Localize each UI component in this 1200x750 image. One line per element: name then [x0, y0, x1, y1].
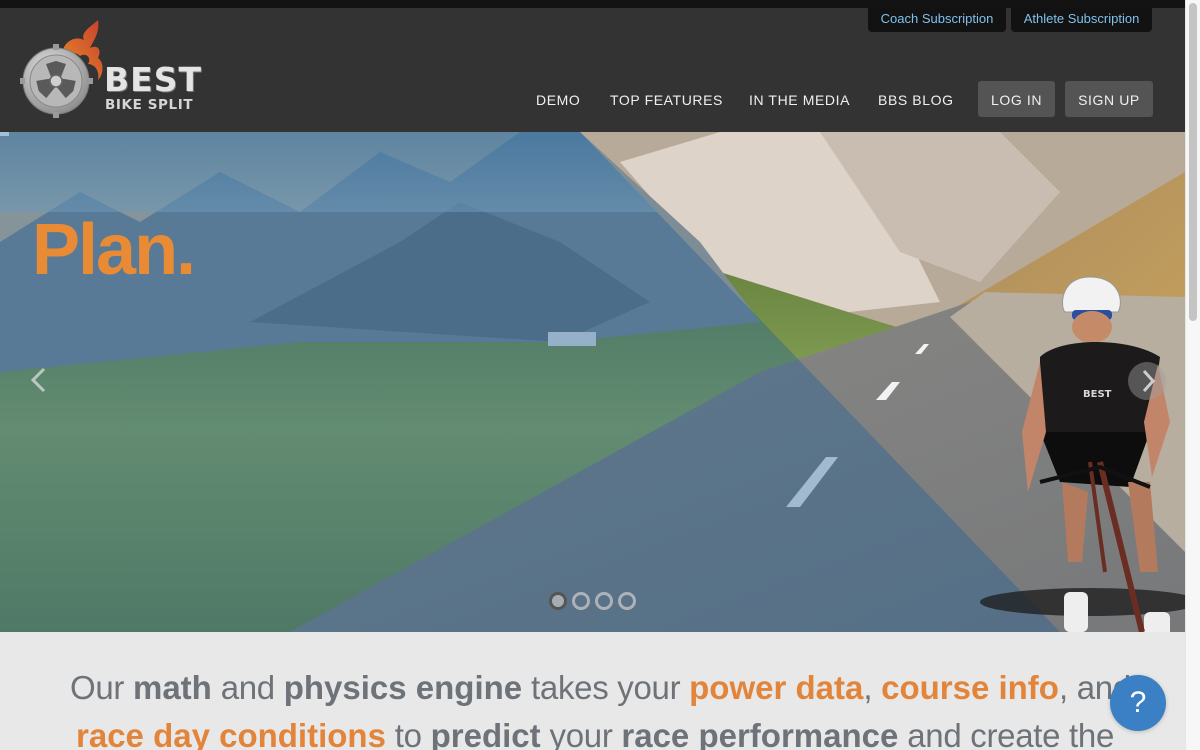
tagline-bold-predict: predict [430, 717, 541, 750]
chevron-left-icon [30, 367, 46, 393]
tagline-text: and create the [898, 717, 1115, 750]
tagline-line-1: Our math and physics engine takes your p… [70, 668, 1131, 708]
tagline-highlight-race-day-conditions: race day conditions [76, 717, 386, 750]
carousel-indicator-2[interactable] [572, 592, 590, 610]
vertical-scrollbar[interactable] [1185, 0, 1200, 750]
slide-progress-bar [0, 132, 9, 136]
question-mark-icon: ? [1129, 686, 1147, 719]
main-nav: DEMO TOP FEATURES IN THE MEDIA BBS BLOG … [0, 81, 1185, 117]
tagline-line-2: race day conditions to predict your race… [76, 716, 1114, 750]
hero-slide-title: Plan. [32, 210, 196, 290]
nav-top-features[interactable]: TOP FEATURES [610, 81, 723, 117]
jersey-logo-text: BEST [1083, 389, 1112, 400]
tagline-text: Our [70, 669, 133, 706]
carousel-indicator-1[interactable] [549, 592, 567, 610]
tagline-highlight-course-info: course info [881, 669, 1059, 706]
nav-demo[interactable]: DEMO [536, 81, 580, 117]
scrollbar-thumb[interactable] [1189, 3, 1197, 321]
carousel-prev-button[interactable] [22, 360, 56, 400]
coach-subscription-link[interactable]: Coach Subscription [868, 8, 1006, 32]
tagline-bold-race-performance: race performance [621, 717, 899, 750]
athlete-subscription-link[interactable]: Athlete Subscription [1011, 8, 1152, 32]
top-strip [0, 0, 1185, 8]
carousel-indicators [549, 592, 636, 610]
tagline-bold-physics-engine: physics engine [283, 669, 523, 706]
sign-up-button[interactable]: SIGN UP [1065, 81, 1153, 117]
carousel-indicator-3[interactable] [595, 592, 613, 610]
tagline-text: your [540, 717, 622, 750]
help-button[interactable]: ? [1110, 675, 1166, 731]
hero-background-image: BEST [0, 132, 1185, 632]
tagline-text: takes your [522, 669, 690, 706]
tagline-text: , [863, 669, 882, 706]
page: Coach Subscription Athlete Subscription [0, 0, 1185, 750]
tagline-text: to [385, 717, 431, 750]
tagline-bold-math: math [132, 669, 212, 706]
site-header: Coach Subscription Athlete Subscription [0, 8, 1185, 132]
tagline-highlight-power-data: power data [689, 669, 864, 706]
log-in-button[interactable]: LOG IN [978, 81, 1055, 117]
hero-carousel: BEST Plan. [0, 132, 1185, 632]
carousel-next-button[interactable] [1128, 362, 1166, 400]
tagline-text: and [211, 669, 284, 706]
nav-in-the-media[interactable]: IN THE MEDIA [749, 81, 850, 117]
tagline-section: Our math and physics engine takes your p… [0, 632, 1185, 750]
nav-bbs-blog[interactable]: BBS BLOG [878, 81, 954, 117]
chevron-right-icon [1142, 369, 1156, 393]
carousel-indicator-4[interactable] [618, 592, 636, 610]
